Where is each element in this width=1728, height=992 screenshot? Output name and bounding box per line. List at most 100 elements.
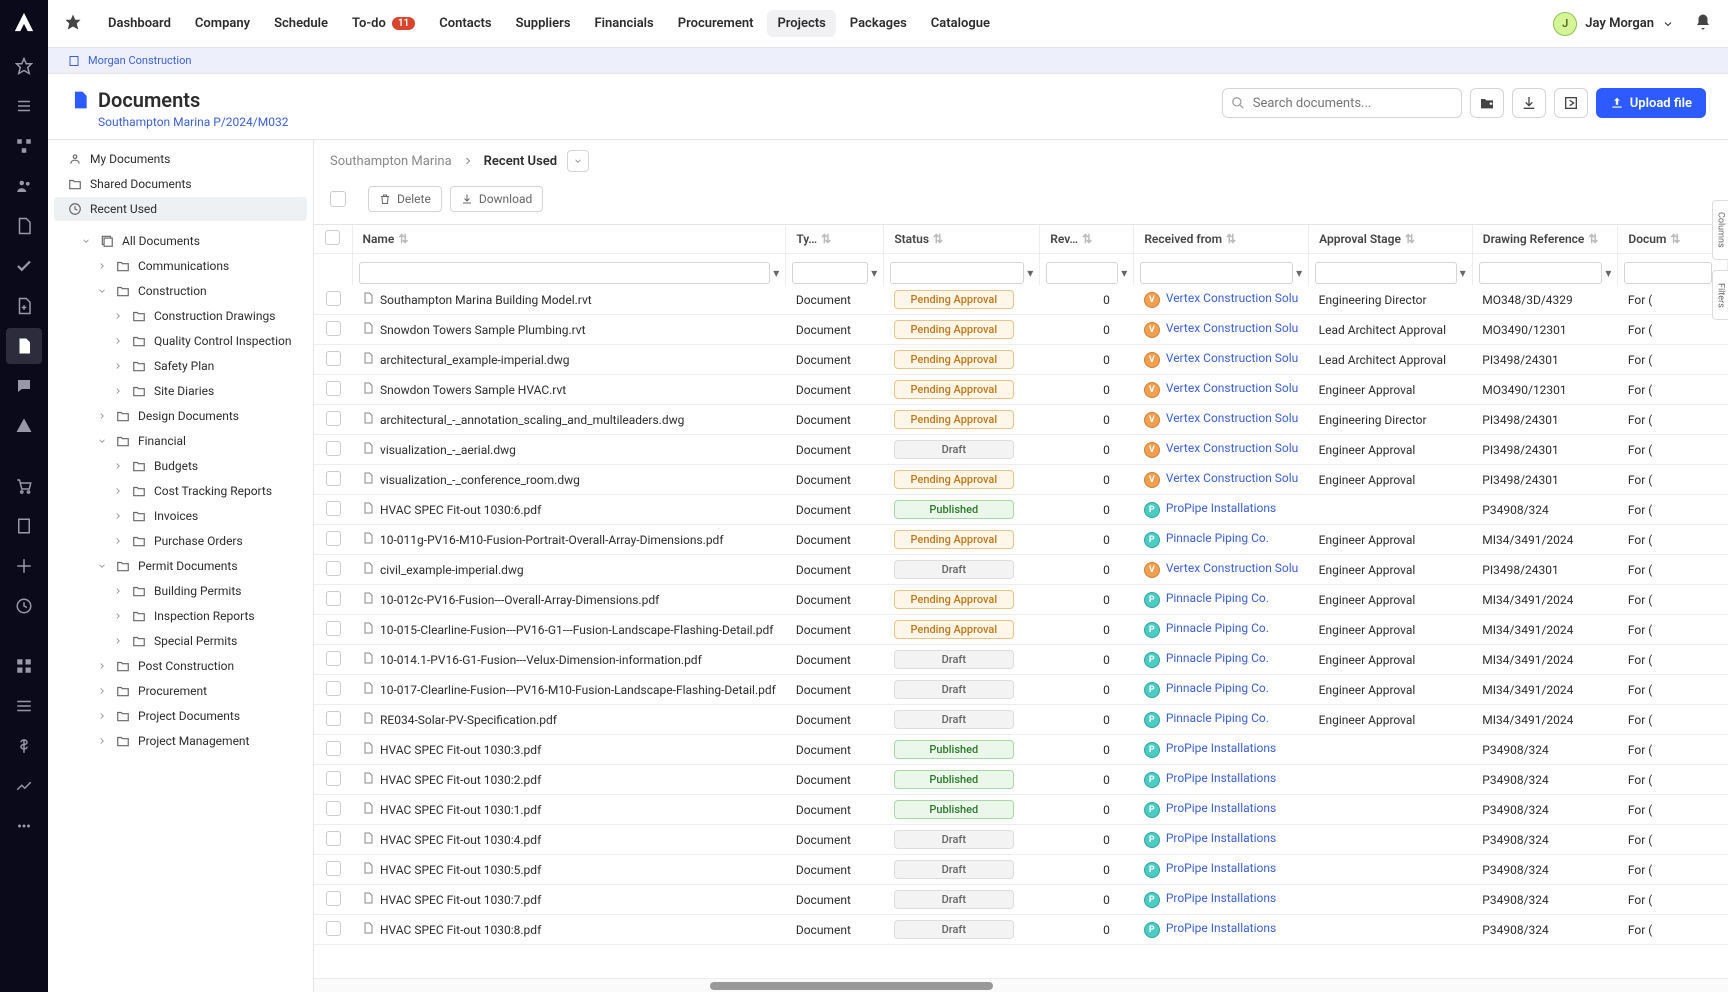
expand-chevron-icon[interactable] [112,536,124,546]
topnav-tab-procurement[interactable]: Procurement [668,10,764,37]
cell-name[interactable]: Snowdon Towers Sample Plumbing.rvt [352,315,786,345]
nav-tree-icon[interactable] [6,128,42,164]
breadcrumb-parent[interactable]: Southampton Marina [330,154,452,169]
nav-check-icon[interactable] [6,248,42,284]
table-row[interactable]: Snowdon Towers Sample Plumbing.rvtDocume… [314,315,1728,345]
table-row[interactable]: HVAC SPEC Fit-out 1030:6.pdfDocumentPubl… [314,495,1728,525]
expand-chevron-icon[interactable] [112,486,124,496]
topnav-tab-catalogue[interactable]: Catalogue [921,10,1000,37]
table-row[interactable]: civil_example-imperial.dwgDocumentDraft0… [314,555,1728,585]
col-header-status[interactable]: Status⇅ [884,225,1040,254]
nav-rows-icon[interactable] [6,688,42,724]
folder-building-permits[interactable]: Building Permits [54,579,307,603]
filter-icon[interactable]: ▾ [871,266,877,280]
expand-chevron-icon[interactable] [112,586,124,596]
user-menu[interactable]: J Jay Morgan [1553,12,1674,36]
cell-from[interactable]: VVertex Construction Solu [1134,345,1309,375]
row-checkbox[interactable] [326,891,341,906]
table-row[interactable]: HVAC SPEC Fit-out 1030:3.pdfDocumentPubl… [314,735,1728,765]
nav-cart-icon[interactable] [6,468,42,504]
table-row[interactable]: HVAC SPEC Fit-out 1030:2.pdfDocumentPubl… [314,765,1728,795]
folder-inspection-reports[interactable]: Inspection Reports [54,604,307,628]
expand-chevron-icon[interactable] [96,736,108,746]
row-checkbox[interactable] [326,591,341,606]
cell-from[interactable]: PPinnacle Piping Co. [1134,525,1309,555]
cell-name[interactable]: HVAC SPEC Fit-out 1030:4.pdf [352,825,786,855]
filter-input-5[interactable] [1315,262,1457,284]
nav-star-icon[interactable] [6,48,42,84]
row-checkbox[interactable] [326,651,341,666]
nav-clock-icon[interactable] [6,588,42,624]
table-row[interactable]: 10-017-Clearline-Fusion---PV16-M10-Fusio… [314,675,1728,705]
expand-chevron-icon[interactable] [112,461,124,471]
expand-chevron-icon[interactable] [96,286,108,296]
folder-project-documents[interactable]: Project Documents [54,704,307,728]
folder-special-permits[interactable]: Special Permits [54,629,307,653]
col-header-check[interactable] [314,225,352,254]
expand-chevron-icon[interactable] [112,611,124,621]
topnav-tab-contacts[interactable]: Contacts [429,10,501,37]
nav-chat-icon[interactable] [6,368,42,404]
topnav-tab-schedule[interactable]: Schedule [264,10,338,37]
table-row[interactable]: visualization_-_aerial.dwgDocumentDraft0… [314,435,1728,465]
row-checkbox[interactable] [326,291,341,306]
expand-chevron-icon[interactable] [112,336,124,346]
sidebar-recent-used[interactable]: Recent Used [54,197,307,221]
cell-from[interactable]: VVertex Construction Solu [1134,555,1309,585]
row-checkbox[interactable] [326,561,341,576]
filter-input-4[interactable] [1140,262,1293,284]
folder-construction[interactable]: Construction [54,279,307,303]
col-header-name[interactable]: Name⇅ [352,225,786,254]
filter-icon[interactable]: ▾ [1605,266,1611,280]
expand-chevron-icon[interactable] [112,361,124,371]
nav-page-icon[interactable] [6,508,42,544]
col-header-rev-[interactable]: Rev…⇅ [1040,225,1134,254]
cell-name[interactable]: architectural_-_annotation_scaling_and_m… [352,405,786,435]
cell-name[interactable]: Snowdon Towers Sample HVAC.rvt [352,375,786,405]
row-checkbox[interactable] [326,681,341,696]
filter-input-2[interactable] [890,262,1024,284]
cell-name[interactable]: 10-011g-PV16-M10-Fusion-Portrait-Overall… [352,525,786,555]
folder-cost-tracking-reports[interactable]: Cost Tracking Reports [54,479,307,503]
row-checkbox[interactable] [326,351,341,366]
cell-name[interactable]: HVAC SPEC Fit-out 1030:7.pdf [352,885,786,915]
folder-construction-drawings[interactable]: Construction Drawings [54,304,307,328]
cell-from[interactable]: PProPipe Installations [1134,765,1309,795]
topnav-tab-projects[interactable]: Projects [767,10,835,37]
sidebar-shared-documents[interactable]: Shared Documents [54,172,307,196]
topnav-tab-to-do[interactable]: To-do11 [342,10,425,37]
cell-from[interactable]: PPinnacle Piping Co. [1134,705,1309,735]
folder-communications[interactable]: Communications [54,254,307,278]
table-row[interactable]: HVAC SPEC Fit-out 1030:1.pdfDocumentPubl… [314,795,1728,825]
folder-post-construction[interactable]: Post Construction [54,654,307,678]
download-selected-button[interactable]: Download [450,186,543,212]
cell-name[interactable]: 10-012c-PV16-Fusion---Overall-Array-Dime… [352,585,786,615]
topnav-tab-financials[interactable]: Financials [585,10,664,37]
topnav-tab-suppliers[interactable]: Suppliers [506,10,581,37]
documents-table[interactable]: Name⇅Ty…⇅Status⇅Rev…⇅Received from⇅Appro… [314,224,1728,978]
col-header-drawing-reference[interactable]: Drawing Reference⇅ [1472,225,1618,254]
cell-from[interactable]: VVertex Construction Solu [1134,465,1309,495]
expand-chevron-icon[interactable] [112,311,124,321]
new-folder-button[interactable] [1470,88,1504,118]
folder-quality-control-inspection[interactable]: Quality Control Inspection [54,329,307,353]
cell-name[interactable]: architectural_example-imperial.dwg [352,345,786,375]
upload-file-button[interactable]: Upload file [1596,88,1706,118]
expand-chevron-icon[interactable] [96,686,108,696]
cell-name[interactable]: civil_example-imperial.dwg [352,555,786,585]
app-logo-icon[interactable] [10,8,38,36]
row-checkbox[interactable] [326,381,341,396]
sidebar-my-documents[interactable]: My Documents [54,147,307,171]
nav-dollar-icon[interactable] [6,728,42,764]
nav-warning-icon[interactable] [6,408,42,444]
cell-from[interactable]: VVertex Construction Solu [1134,375,1309,405]
nav-file-icon[interactable] [6,328,42,364]
filter-input-0[interactable] [359,262,771,284]
cell-name[interactable]: visualization_-_conference_room.dwg [352,465,786,495]
download-all-button[interactable] [1512,88,1546,118]
share-button[interactable] [1554,88,1588,118]
cell-name[interactable]: HVAC SPEC Fit-out 1030:6.pdf [352,495,786,525]
cell-name[interactable]: 10-017-Clearline-Fusion---PV16-M10-Fusio… [352,675,786,705]
col-header-ty-[interactable]: Ty…⇅ [786,225,884,254]
folder-site-diaries[interactable]: Site Diaries [54,379,307,403]
